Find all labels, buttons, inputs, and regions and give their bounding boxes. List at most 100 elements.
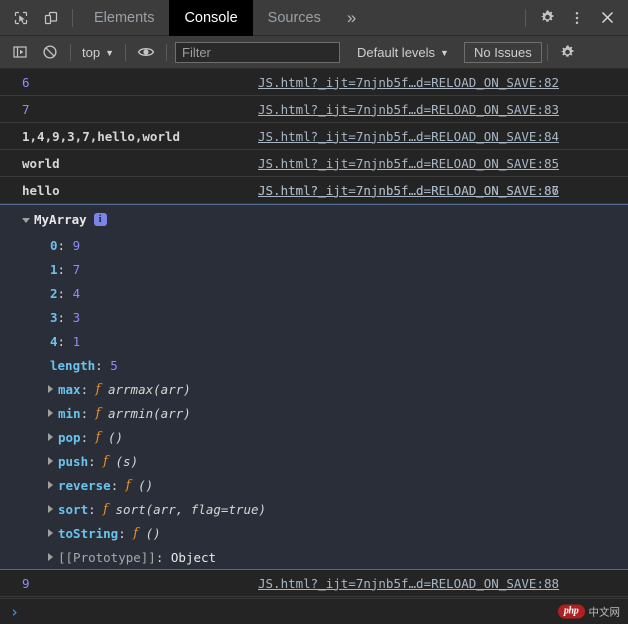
property-key: pop	[58, 429, 81, 445]
property-value: ()	[138, 477, 154, 493]
console-source-link[interactable]: JS.html?_ijt=7njnb5f…d=RELOAD_ON_SAVE:88	[258, 576, 559, 591]
filterbar-divider-1	[70, 43, 71, 61]
filterbar-divider-2	[125, 43, 126, 61]
property-value: 3	[72, 309, 81, 325]
tab-sources[interactable]: Sources	[253, 0, 336, 36]
more-tabs-button[interactable]: »	[336, 0, 367, 36]
object-property-row[interactable]: min: f arrmin(arr)	[0, 401, 628, 425]
log-levels-dropdown[interactable]: Default levels ▼	[352, 43, 454, 62]
console-source-link[interactable]: JS.html?_ijt=7njnb5f…d=RELOAD_ON_SAVE:85	[258, 156, 559, 171]
object-property-row[interactable]: max: f arrmax(arr)	[0, 377, 628, 401]
console-message: 7	[22, 101, 30, 117]
console-source-link[interactable]: JS.html?_ijt=7njnb5f…d=RELOAD_ON_SAVE:87	[258, 183, 559, 198]
property-key: length	[50, 357, 96, 373]
close-icon[interactable]	[592, 4, 622, 32]
chevron-right-icon[interactable]	[48, 409, 53, 417]
console-message: hello	[22, 182, 60, 198]
console-row[interactable]: world JS.html?_ijt=7njnb5f…d=RELOAD_ON_S…	[0, 150, 628, 177]
filterbar-divider-4	[546, 43, 548, 61]
chevron-right-icon[interactable]	[48, 481, 53, 489]
issues-button[interactable]: No Issues	[463, 41, 542, 63]
watermark: php 中文网	[557, 604, 620, 619]
php-logo: php	[557, 604, 585, 619]
property-value: sort(arr, flag=true)	[115, 501, 267, 517]
execution-context-selector[interactable]: top ▼	[76, 43, 120, 62]
chevron-down-icon[interactable]	[22, 217, 30, 223]
console-filter-bar: top ▼ Default levels ▼ No Issues	[0, 36, 628, 69]
chevron-right-icon[interactable]	[48, 553, 53, 561]
property-value: 5	[110, 357, 118, 373]
chevron-down-icon: ▼	[105, 48, 114, 58]
tab-elements[interactable]: Elements	[79, 0, 169, 36]
object-property-row[interactable]: toString: f ()	[0, 521, 628, 545]
property-value: 4	[72, 285, 81, 301]
live-expression-icon[interactable]	[131, 39, 161, 65]
tabbar-actions	[519, 4, 628, 32]
property-key: max	[58, 381, 81, 397]
object-header-row[interactable]: MyArray i JS.html?_ijt=7njnb5f…d=RELOAD_…	[0, 183, 628, 233]
property-key: 3	[50, 309, 58, 325]
console-source-link[interactable]: JS.html?_ijt=7njnb5f…d=RELOAD_ON_SAVE:84	[258, 129, 559, 144]
console-source-link[interactable]: JS.html?_ijt=7njnb5f…d=RELOAD_ON_SAVE:82	[258, 75, 559, 90]
console-message: world	[22, 155, 60, 171]
info-icon[interactable]: i	[93, 212, 107, 226]
object-property-row[interactable]: length: 5	[0, 353, 628, 377]
object-property-row[interactable]: pop: f ()	[0, 425, 628, 449]
object-property-row[interactable]: 4: 1	[0, 329, 628, 353]
chevron-right-icon[interactable]	[48, 433, 53, 441]
object-property-row[interactable]: 2: 4	[0, 281, 628, 305]
log-levels-label: Default levels	[357, 44, 436, 60]
console-row[interactable]: 6 JS.html?_ijt=7njnb5f…d=RELOAD_ON_SAVE:…	[0, 69, 628, 96]
console-prompt[interactable]: › php 中文网	[0, 598, 628, 624]
device-toolbar-icon[interactable]	[36, 4, 66, 32]
chevron-right-icon[interactable]	[48, 529, 53, 537]
property-key: reverse	[58, 477, 111, 493]
chevron-right-icon[interactable]	[48, 385, 53, 393]
property-value: ()	[107, 429, 124, 445]
property-value: arrmax(arr)	[107, 381, 191, 397]
clear-console-icon[interactable]	[35, 39, 65, 65]
tab-console[interactable]: Console	[169, 0, 253, 36]
execution-context-label: top	[82, 44, 101, 60]
property-value: 9	[72, 237, 81, 253]
property-key: sort	[58, 501, 89, 517]
property-key: min	[58, 405, 81, 421]
console-expanded-object-group[interactable]: MyArray i JS.html?_ijt=7njnb5f…d=RELOAD_…	[0, 183, 628, 570]
property-value: arrmin(arr)	[107, 405, 191, 421]
chevron-right-icon[interactable]	[48, 505, 53, 513]
object-property-row[interactable]: 0: 9	[0, 233, 628, 257]
console-row[interactable]: 9 JS.html?_ijt=7njnb5f…d=RELOAD_ON_SAVE:…	[0, 570, 628, 597]
property-value: (s)	[115, 453, 139, 469]
property-key: 4	[50, 333, 58, 349]
object-property-row[interactable]: reverse: f ()	[0, 473, 628, 497]
devtools-window: Elements Console Sources » top ▼ Filter …	[0, 0, 628, 624]
tabbar-right-divider	[525, 8, 526, 27]
console-source-link[interactable]: JS.html?_ijt=7njnb5f…d=RELOAD_ON_SAVE:83	[258, 102, 559, 117]
object-property-row[interactable]: 3: 3	[0, 305, 628, 329]
more-vertical-icon[interactable]	[562, 4, 592, 32]
chevron-down-icon: ▼	[440, 48, 449, 58]
gear-icon[interactable]	[553, 39, 583, 65]
property-value: 1	[72, 333, 81, 349]
object-property-row[interactable]: push: f (s)	[0, 449, 628, 473]
property-value: Object	[170, 549, 217, 565]
console-row[interactable]: 1,4,9,3,7,hello,world JS.html?_ijt=7njnb…	[0, 123, 628, 150]
cursor-select-icon[interactable]	[6, 4, 36, 32]
object-property-row[interactable]: sort: f sort(arr, flag=true)	[0, 497, 628, 521]
console-message: 1,4,9,3,7,hello,world	[22, 128, 181, 144]
filter-input[interactable]	[175, 41, 340, 63]
object-property-row[interactable]: [[Prototype]]: Object	[0, 545, 628, 569]
console-row[interactable]: 7 JS.html?_ijt=7njnb5f…d=RELOAD_ON_SAVE:…	[0, 96, 628, 123]
property-key: 0	[50, 237, 58, 253]
property-key: push	[58, 453, 89, 469]
filterbar-divider-3	[166, 43, 167, 61]
object-property-row[interactable]: 1: 7	[0, 257, 628, 281]
chevron-right-icon[interactable]	[48, 457, 53, 465]
object-name: MyArray	[34, 211, 87, 227]
gear-icon[interactable]	[532, 4, 562, 32]
console-output[interactable]: 6 JS.html?_ijt=7njnb5f…d=RELOAD_ON_SAVE:…	[0, 69, 628, 598]
console-sidebar-icon[interactable]	[5, 39, 35, 65]
property-value: ()	[145, 525, 161, 541]
console-message: 6	[22, 74, 30, 90]
property-key: toString	[58, 525, 119, 541]
